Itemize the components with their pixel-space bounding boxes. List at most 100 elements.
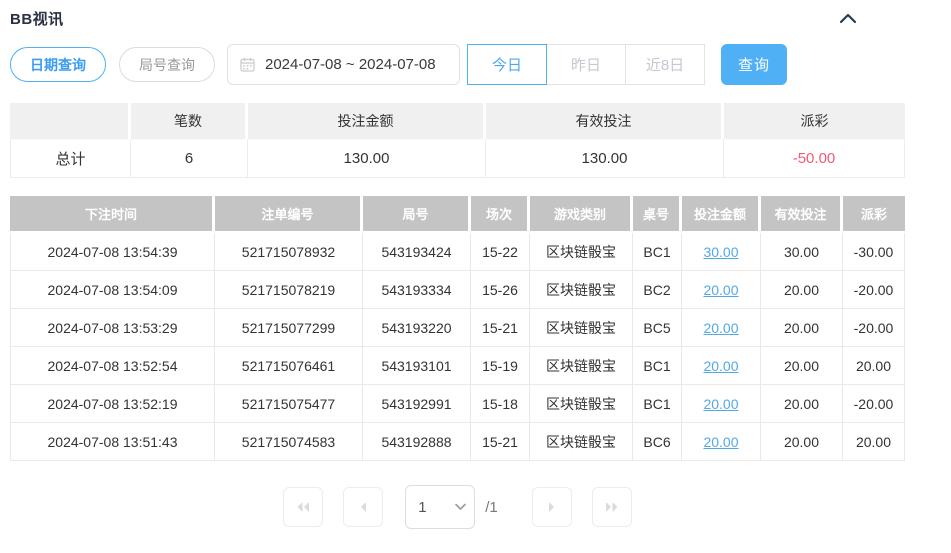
valid-bet-cell: 20.00 [761,347,843,385]
game-type-cell: 区块链骰宝 [530,309,633,347]
round-query-tab[interactable]: 局号查询 [119,47,215,82]
pagination: 1 /1 [10,485,905,529]
page-total-label: /1 [485,498,498,516]
calendar-icon [240,57,255,72]
prev-page-button[interactable] [343,487,384,527]
chevron-right-icon [548,502,554,512]
bet-amount-cell: 20.00 [682,385,761,423]
round-number-cell: 543193101 [363,347,471,385]
summary-total-bet-amount: 130.00 [248,139,486,178]
round-number-cell: 543192888 [363,423,471,461]
payout-cell: -20.00 [843,271,905,309]
session-cell: 15-21 [471,423,530,461]
col-order-number: 注单编号 [215,196,363,233]
table-number-cell: BC2 [633,271,682,309]
last8days-button[interactable]: 近8日 [625,44,705,85]
table-number-cell: BC1 [633,233,682,271]
table-row: 2024-07-08 13:54:09 521715078219 5431933… [10,271,905,309]
valid-bet-cell: 20.00 [761,271,843,309]
table-row: 2024-07-08 13:52:54 521715076461 5431931… [10,347,905,385]
bet-amount-link[interactable]: 30.00 [703,244,738,260]
summary-total-label: 总计 [10,139,131,178]
valid-bet-cell: 20.00 [761,309,843,347]
page-select-wrap: 1 [405,485,476,529]
search-button[interactable]: 查询 [721,44,787,85]
order-number-cell: 521715078219 [215,271,363,309]
game-type-cell: 区块链骰宝 [530,233,633,271]
order-number-cell: 521715074583 [215,423,363,461]
col-table-number: 桌号 [633,196,682,233]
bet-time-cell: 2024-07-08 13:53:29 [10,309,215,347]
valid-bet-cell: 20.00 [761,385,843,423]
bet-amount-cell: 20.00 [682,309,761,347]
order-number-cell: 521715077299 [215,309,363,347]
filter-bar: 日期查询 局号查询 2024-07-08 ~ 2024-07-08 今日 昨日 … [10,44,905,85]
today-button[interactable]: 今日 [467,44,547,85]
bet-time-cell: 2024-07-08 13:54:09 [10,271,215,309]
valid-bet-cell: 20.00 [761,423,843,461]
round-number-cell: 543192991 [363,385,471,423]
table-number-cell: BC5 [633,309,682,347]
date-query-label: 日期查询 [30,56,86,73]
game-type-cell: 区块链骰宝 [530,385,633,423]
bet-amount-link[interactable]: 20.00 [703,434,738,450]
table-number-cell: BC1 [633,385,682,423]
order-number-cell: 521715075477 [215,385,363,423]
summary-table: 笔数 投注金额 有效投注 派彩 总计 6 130.00 130.00 -50.0… [10,103,905,178]
summary-header-empty [10,103,131,139]
game-type-cell: 区块链骰宝 [530,271,633,309]
bet-amount-link[interactable]: 20.00 [703,282,738,298]
summary-header-row: 笔数 投注金额 有效投注 派彩 [10,103,905,139]
bet-time-cell: 2024-07-08 13:54:39 [10,233,215,271]
bet-amount-link[interactable]: 20.00 [703,358,738,374]
chevron-up-icon [839,13,857,24]
table-row: 2024-07-08 13:52:19 521715075477 5431929… [10,385,905,423]
order-number-cell: 521715078932 [215,233,363,271]
first-page-button[interactable] [283,487,324,527]
bet-time-cell: 2024-07-08 13:51:43 [10,423,215,461]
summary-header-count: 笔数 [131,103,248,139]
table-number-cell: BC1 [633,347,682,385]
table-row: 2024-07-08 13:53:29 521715077299 5431932… [10,309,905,347]
summary-total-valid-bet: 130.00 [486,139,724,178]
game-type-cell: 区块链骰宝 [530,423,633,461]
round-number-cell: 543193424 [363,233,471,271]
session-cell: 15-21 [471,309,530,347]
summary-total-count: 6 [131,139,248,178]
order-number-cell: 521715076461 [215,347,363,385]
bet-time-cell: 2024-07-08 13:52:19 [10,385,215,423]
col-bet-amount: 投注金额 [682,196,761,233]
date-range-input[interactable]: 2024-07-08 ~ 2024-07-08 [227,44,460,85]
bet-records-table: 下注时间 注单编号 局号 场次 游戏类别 桌号 投注金额 有效投注 派彩 202… [10,196,905,461]
bet-time-cell: 2024-07-08 13:52:54 [10,347,215,385]
table-header-row: 下注时间 注单编号 局号 场次 游戏类别 桌号 投注金额 有效投注 派彩 [10,196,905,233]
date-query-tab[interactable]: 日期查询 [10,47,106,82]
payout-cell: -20.00 [843,385,905,423]
session-cell: 15-18 [471,385,530,423]
bet-amount-cell: 20.00 [682,347,761,385]
col-bet-time: 下注时间 [10,196,215,233]
table-row: 2024-07-08 13:54:39 521715078932 5431934… [10,233,905,271]
page-select[interactable]: 1 [405,485,476,529]
summary-header-payout: 派彩 [724,103,905,139]
quick-date-group: 今日 昨日 近8日 [467,44,705,85]
collapse-panel-button[interactable] [837,7,859,29]
col-game-type: 游戏类别 [530,196,633,233]
double-chevron-right-icon [605,502,618,512]
bet-amount-cell: 30.00 [682,233,761,271]
yesterday-button[interactable]: 昨日 [546,44,626,85]
session-cell: 15-22 [471,233,530,271]
bet-amount-link[interactable]: 20.00 [703,396,738,412]
next-page-button[interactable] [531,487,572,527]
col-payout: 派彩 [843,196,905,233]
bet-amount-cell: 20.00 [682,423,761,461]
bb-video-panel: BB视讯 日期查询 局号查询 2024-07-08 ~ 2024-07-08 今… [0,0,951,553]
last-page-button[interactable] [591,487,632,527]
chevron-left-icon [361,502,367,512]
col-session: 场次 [471,196,530,233]
col-round-number: 局号 [363,196,471,233]
game-type-cell: 区块链骰宝 [530,347,633,385]
payout-cell: 20.00 [843,347,905,385]
bet-amount-link[interactable]: 20.00 [703,320,738,336]
session-cell: 15-19 [471,347,530,385]
